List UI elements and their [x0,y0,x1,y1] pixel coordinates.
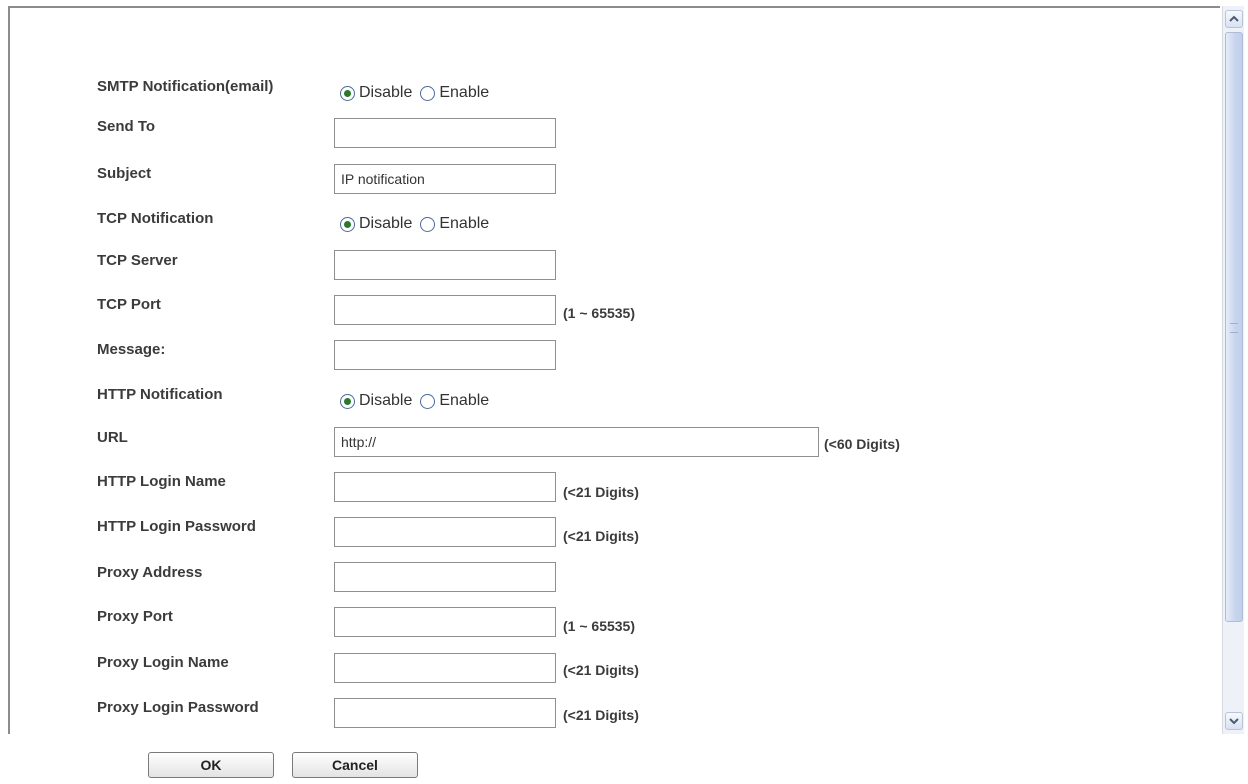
smtp-enable-radio[interactable] [420,85,436,101]
radio-selected-dot [344,397,351,405]
proxy-login-name-label: Proxy Login Name [97,654,229,671]
send-to-input[interactable] [334,118,556,148]
subject-label: Subject [97,165,152,182]
http-notification-radio-group: Disable Enable [340,392,497,410]
http-disable-radio[interactable] [340,393,355,409]
tcp-disable-radio[interactable] [340,216,355,232]
tcp-enable-label: Enable [439,215,490,232]
proxy-login-password-input[interactable] [334,698,556,728]
ok-button[interactable]: OK [148,752,274,778]
tcp-enable-radio[interactable] [420,216,436,232]
send-to-label: Send To [97,118,156,135]
proxy-address-label: Proxy Address [97,564,203,581]
tcp-notification-label: TCP Notification [97,210,214,227]
smtp-disable-radio[interactable] [340,85,355,101]
proxy-login-password-label: Proxy Login Password [97,699,259,716]
scroll-down-button[interactable] [1225,712,1243,730]
proxy-address-input[interactable] [334,562,556,592]
proxy-login-name-input[interactable] [334,653,556,683]
http-login-name-input[interactable] [334,472,556,502]
tcp-port-range-hint: (1 ~ 65535) [563,305,635,321]
message-label: Message: [97,341,166,358]
url-input[interactable] [334,427,819,457]
http-login-password-input[interactable] [334,517,556,547]
tcp-notification-radio-group: Disable Enable [340,215,497,233]
vertical-scrollbar[interactable] [1222,6,1244,734]
http-login-name-label: HTTP Login Name [97,473,226,490]
http-notification-label: HTTP Notification [97,386,223,403]
proxy-port-label: Proxy Port [97,608,173,625]
smtp-disable-label: Disable [359,84,413,101]
tcp-port-label: TCP Port [97,296,161,313]
url-length-hint: (<60 Digits) [824,436,900,452]
smtp-enable-option[interactable]: Enable [420,84,489,102]
proxy-port-range-hint: (1 ~ 65535) [563,618,635,634]
chevron-up-icon [1229,15,1239,22]
http-login-password-hint: (<21 Digits) [563,528,639,544]
subject-input[interactable] [334,164,556,194]
smtp-notification-label: SMTP Notification(email) [97,78,274,95]
proxy-login-password-hint: (<21 Digits) [563,707,639,723]
smtp-disable-option[interactable]: Disable [340,84,412,102]
http-login-name-hint: (<21 Digits) [563,484,639,500]
smtp-enable-label: Enable [439,84,490,101]
scrollbar-thumb[interactable] [1225,32,1243,622]
http-disable-option[interactable]: Disable [340,392,412,410]
http-enable-label: Enable [439,392,490,409]
proxy-port-input[interactable] [334,607,556,637]
tcp-port-input[interactable] [334,295,556,325]
http-enable-option[interactable]: Enable [420,392,489,410]
tcp-enable-option[interactable]: Enable [420,215,489,233]
scroll-up-button[interactable] [1225,10,1243,28]
radio-selected-dot [344,89,351,97]
http-disable-label: Disable [359,392,413,409]
tcp-server-label: TCP Server [97,252,178,269]
scrollbar-grip [1230,323,1238,333]
message-input[interactable] [334,340,556,370]
proxy-login-name-hint: (<21 Digits) [563,662,639,678]
tcp-server-input[interactable] [334,250,556,280]
chevron-down-icon [1229,718,1239,725]
cancel-button[interactable]: Cancel [292,752,418,778]
tcp-disable-label: Disable [359,215,413,232]
radio-selected-dot [344,220,351,228]
http-enable-radio[interactable] [420,393,436,409]
http-login-password-label: HTTP Login Password [97,518,256,535]
smtp-notification-radio-group: Disable Enable [340,84,497,102]
url-label: URL [97,429,128,446]
tcp-disable-option[interactable]: Disable [340,215,412,233]
